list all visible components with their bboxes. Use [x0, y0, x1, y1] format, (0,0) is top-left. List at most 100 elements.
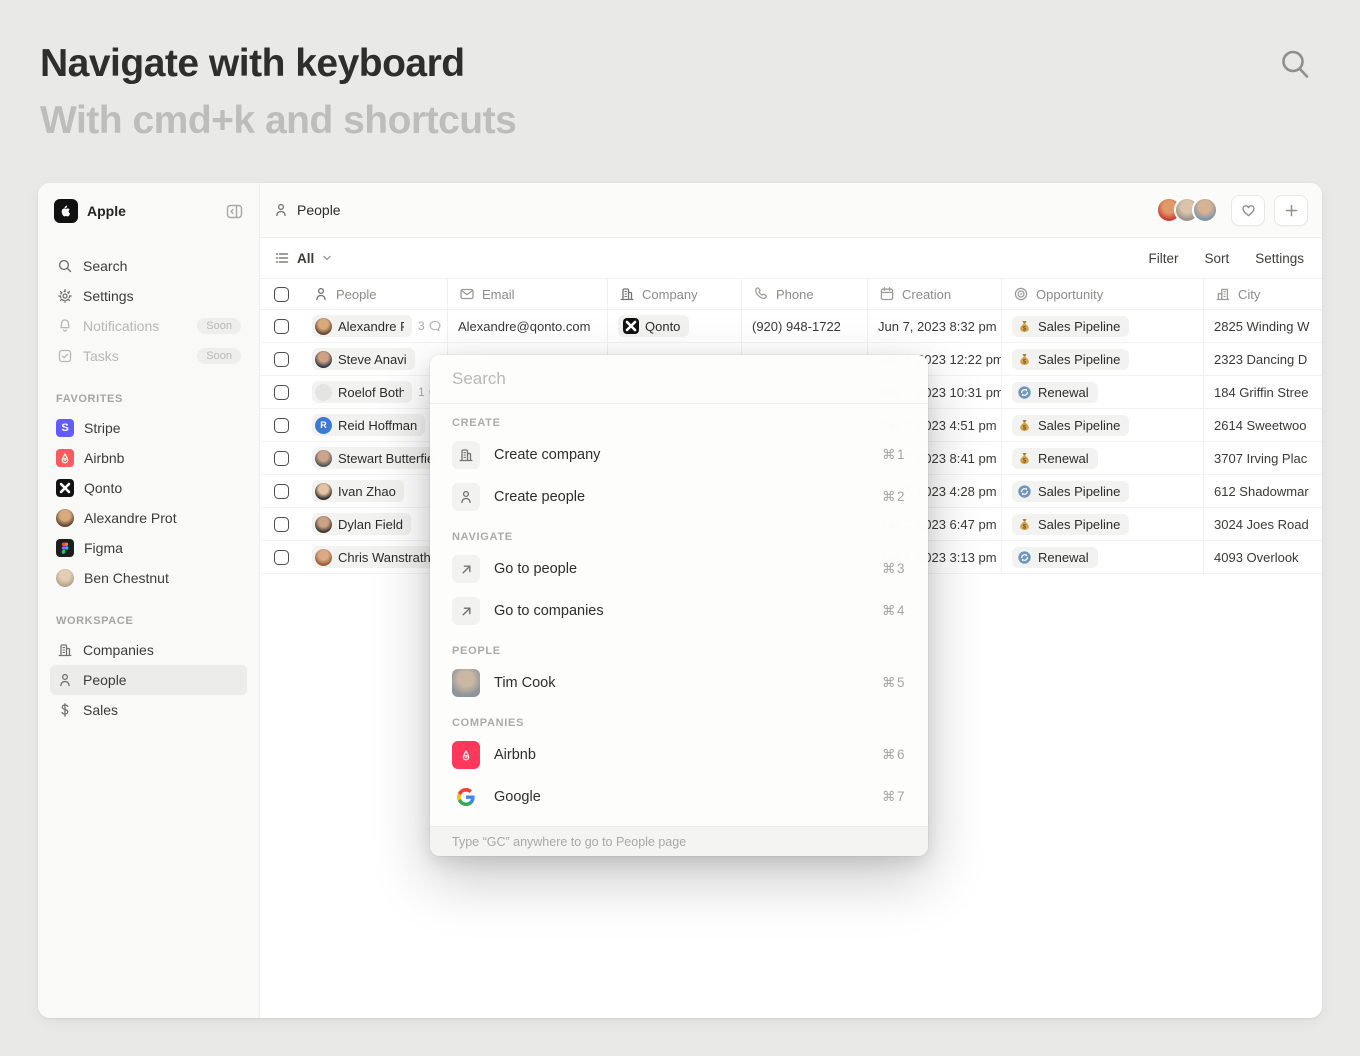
sidebar-item-search[interactable]: Search: [50, 251, 247, 281]
column-header-city[interactable]: City: [1204, 279, 1322, 309]
opportunity-cell[interactable]: Sales Pipeline: [1002, 475, 1204, 507]
favorite-item-airbnb[interactable]: Airbnb: [50, 443, 247, 473]
workspace-switcher[interactable]: Apple: [50, 197, 247, 225]
column-header-phone[interactable]: Phone: [742, 279, 868, 309]
select-all-checkbox[interactable]: [274, 287, 289, 302]
palette-item-google[interactable]: Google⌘7: [430, 776, 928, 818]
column-header-opportunity[interactable]: Opportunity: [1002, 279, 1204, 309]
palette-item-go-to-companies[interactable]: Go to companies⌘4: [430, 590, 928, 632]
person-name: Alexandre Prot: [338, 319, 404, 334]
favorite-item-stripe[interactable]: SStripe: [50, 413, 247, 443]
table-row-alexandre-prot[interactable]: Alexandre Prot3Alexandre@qonto.com Qonto (…: [260, 310, 1322, 343]
person-cell[interactable]: Alexandre Prot3: [302, 310, 448, 342]
opportunity-cell[interactable]: $Sales Pipeline: [1002, 508, 1204, 540]
sidebar-collapse-icon[interactable]: [225, 202, 243, 220]
opportunity-cell[interactable]: Renewal: [1002, 376, 1204, 408]
sort-button[interactable]: Sort: [1204, 251, 1229, 266]
add-button[interactable]: [1274, 195, 1308, 226]
person-cell[interactable]: Roelof Botha1: [302, 376, 448, 408]
city-cell[interactable]: 184 Griffin Stree: [1204, 376, 1322, 408]
workspace-item-sales[interactable]: Sales: [50, 695, 247, 725]
breadcrumb[interactable]: People: [272, 202, 341, 219]
favorite-item-alexandre-prot[interactable]: Alexandre Prot: [50, 503, 247, 533]
opportunity-tag[interactable]: $Sales Pipeline: [1012, 349, 1129, 370]
row-checkbox[interactable]: [274, 550, 289, 565]
city-cell[interactable]: 2614 Sweetwoo: [1204, 409, 1322, 441]
opportunity-tag[interactable]: Sales Pipeline: [1012, 481, 1129, 502]
opportunity-cell[interactable]: $Sales Pipeline: [1002, 409, 1204, 441]
favorites-section-label: FAVORITES: [56, 393, 247, 405]
person-pill[interactable]: Roelof Botha: [312, 381, 412, 403]
column-header-email[interactable]: Email: [448, 279, 608, 309]
creation-cell[interactable]: Jun 7, 2023 8:32 pm: [868, 310, 1002, 342]
favorite-item-ben-chestnut[interactable]: Ben Chestnut: [50, 563, 247, 593]
table-settings-button[interactable]: Settings: [1255, 251, 1304, 266]
workspace-item-companies[interactable]: Companies: [50, 635, 247, 665]
row-checkbox[interactable]: [274, 385, 289, 400]
row-checkbox[interactable]: [274, 418, 289, 433]
column-header-people[interactable]: People: [302, 279, 448, 309]
favorite-item-qonto[interactable]: Qonto: [50, 473, 247, 503]
palette-item-airbnb[interactable]: Airbnb⌘6: [430, 734, 928, 776]
favorite-button[interactable]: [1231, 195, 1265, 226]
row-checkbox[interactable]: [274, 517, 289, 532]
palette-item-create-people[interactable]: Create people⌘2: [430, 476, 928, 518]
phone-cell[interactable]: (920) 948-1722: [742, 310, 868, 342]
palette-item-tim-cook[interactable]: Tim Cook⌘5: [430, 662, 928, 704]
person-cell[interactable]: Steve Anavi: [302, 343, 448, 375]
person-name: Steve Anavi: [338, 352, 407, 367]
opportunity-tag[interactable]: $Sales Pipeline: [1012, 316, 1129, 337]
opportunity-tag[interactable]: $Renewal: [1012, 448, 1098, 469]
page-subtitle: With cmd+k and shortcuts: [40, 99, 516, 143]
opportunity-cell[interactable]: $Renewal: [1002, 442, 1204, 474]
person-pill[interactable]: Chris Wanstrath: [312, 546, 439, 568]
opportunity-tag[interactable]: $Sales Pipeline: [1012, 514, 1129, 535]
palette-item-create-company[interactable]: Create company⌘1: [430, 434, 928, 476]
row-checkbox[interactable]: [274, 484, 289, 499]
view-switcher[interactable]: All: [274, 250, 333, 266]
city-cell[interactable]: 3707 Irving Plac: [1204, 442, 1322, 474]
company-cell[interactable]: Qonto: [608, 310, 742, 342]
company-tag[interactable]: Qonto: [618, 315, 689, 337]
city-cell[interactable]: 2323 Dancing D: [1204, 343, 1322, 375]
person-pill[interactable]: Dylan Field: [312, 513, 411, 535]
city-cell[interactable]: 612 Shadowmar: [1204, 475, 1322, 507]
collaborator-avatars: [1156, 197, 1218, 223]
row-checkbox[interactable]: [274, 352, 289, 367]
filter-button[interactable]: Filter: [1148, 251, 1178, 266]
city-cell[interactable]: 2825 Winding W: [1204, 310, 1322, 342]
person-cell[interactable]: RReid Hoffman: [302, 409, 448, 441]
column-label: Email: [482, 287, 515, 302]
workspace-item-label: Sales: [83, 702, 241, 718]
opportunity-cell[interactable]: $Sales Pipeline: [1002, 343, 1204, 375]
city-cell[interactable]: 3024 Joes Road: [1204, 508, 1322, 540]
sidebar-item-label: Notifications: [83, 318, 187, 334]
person-cell[interactable]: Chris Wanstrath: [302, 541, 448, 573]
person-pill[interactable]: Stewart Butterfield: [312, 447, 443, 469]
opportunity-tag[interactable]: $Sales Pipeline: [1012, 415, 1129, 436]
column-header-creation[interactable]: Creation: [868, 279, 1002, 309]
person-pill[interactable]: Steve Anavi: [312, 348, 415, 370]
person-pill[interactable]: RReid Hoffman: [312, 414, 425, 436]
column-header-company[interactable]: Company: [608, 279, 742, 309]
person-cell[interactable]: Dylan Field: [302, 508, 448, 540]
palette-search[interactable]: [430, 355, 928, 404]
row-checkbox[interactable]: [274, 319, 289, 334]
row-checkbox[interactable]: [274, 451, 289, 466]
opportunity-tag[interactable]: Renewal: [1012, 382, 1098, 403]
favorite-item-figma[interactable]: Figma: [50, 533, 247, 563]
person-cell[interactable]: Stewart Butterfield: [302, 442, 448, 474]
city-cell[interactable]: 4093 Overlook: [1204, 541, 1322, 573]
palette-search-input[interactable]: [452, 369, 906, 389]
person-pill[interactable]: Ivan Zhao: [312, 480, 404, 502]
palette-item-go-to-people[interactable]: Go to people⌘3: [430, 548, 928, 590]
sidebar-item-settings[interactable]: Settings: [50, 281, 247, 311]
search-icon[interactable]: [1277, 46, 1313, 82]
opportunity-cell[interactable]: $Sales Pipeline: [1002, 310, 1204, 342]
workspace-item-people[interactable]: People: [50, 665, 247, 695]
email-cell[interactable]: Alexandre@qonto.com: [448, 310, 608, 342]
opportunity-tag[interactable]: Renewal: [1012, 547, 1098, 568]
person-cell[interactable]: Ivan Zhao: [302, 475, 448, 507]
person-pill[interactable]: Alexandre Prot: [312, 315, 412, 337]
opportunity-cell[interactable]: Renewal: [1002, 541, 1204, 573]
